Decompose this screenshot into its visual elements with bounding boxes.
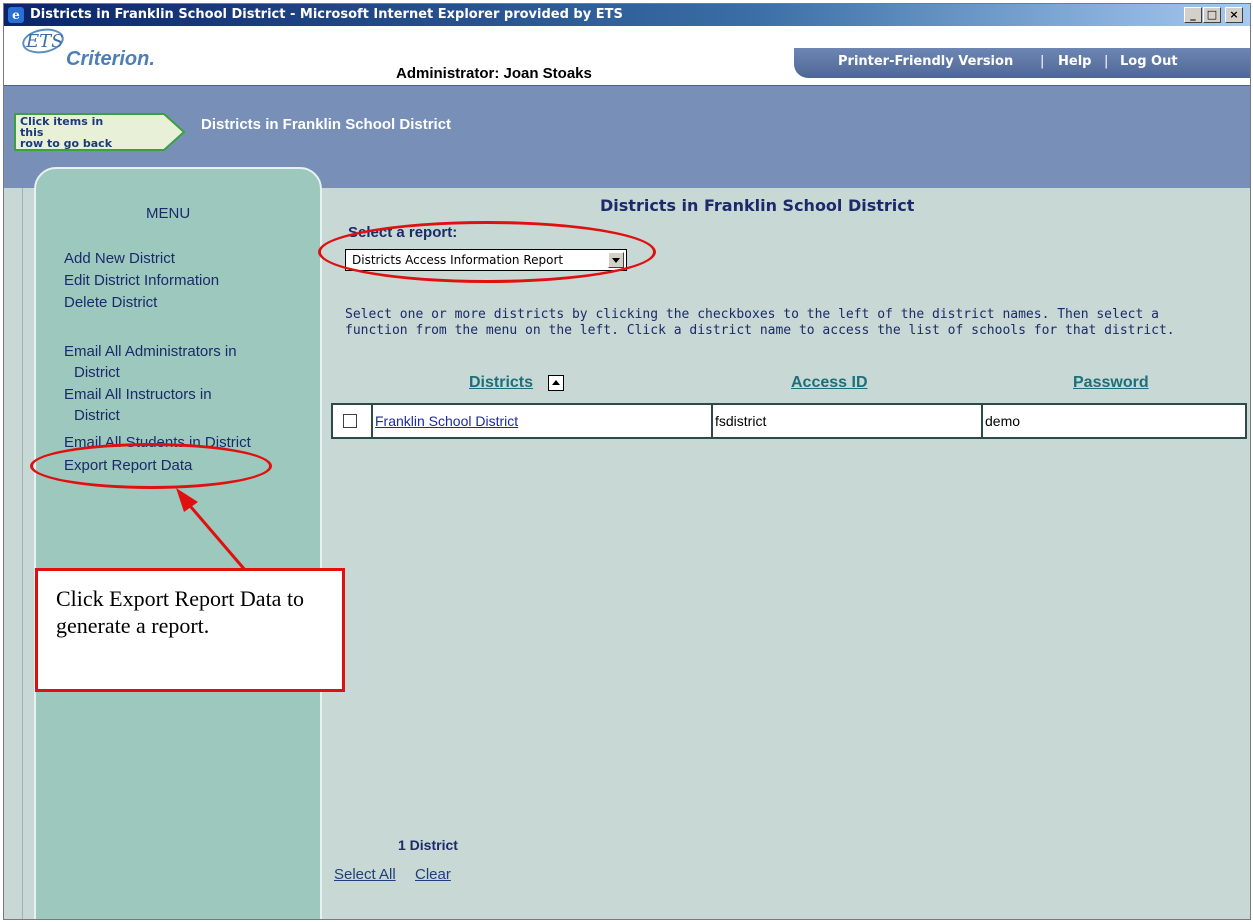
- menu-item-delete-district[interactable]: Delete District: [64, 294, 157, 312]
- administrator-label: Administrator: Joan Stoaks: [396, 65, 592, 82]
- menu-item-email-instructors[interactable]: Email All Instructors in: [64, 386, 212, 404]
- district-name-link[interactable]: Franklin School District: [371, 405, 711, 437]
- criterion-logo-text: Criterion.: [66, 48, 155, 70]
- breadcrumb-back-label: Click items in this row to go back: [20, 116, 130, 149]
- instructions-text: Select one or more districts by clicking…: [345, 307, 1245, 339]
- annotation-ellipse-export: [30, 443, 272, 489]
- ets-logo-text: ETS: [26, 31, 64, 52]
- page-title: Districts in Franklin School District: [600, 196, 915, 215]
- minimize-button[interactable]: _: [1184, 7, 1202, 23]
- printer-friendly-link[interactable]: Printer-Friendly Version: [838, 54, 1013, 69]
- instructions-line-1: Select one or more districts by clicking…: [345, 307, 1159, 322]
- top-links-bar: Printer-Friendly Version | Help | Log Ou…: [794, 48, 1250, 78]
- criterion-logo: ETS Criterion.: [20, 25, 186, 71]
- annotation-callout: Click Export Report Data to generate a r…: [35, 568, 345, 692]
- internet-explorer-icon: e: [8, 7, 24, 23]
- back-label-line-1: Click items in this: [20, 115, 104, 139]
- password-cell: demo: [981, 405, 1245, 437]
- column-header-password[interactable]: Password: [1073, 374, 1149, 392]
- district-checkbox[interactable]: [343, 414, 357, 428]
- select-all-link[interactable]: Select All: [334, 866, 396, 883]
- link-separator: |: [1104, 54, 1109, 69]
- help-link[interactable]: Help: [1058, 54, 1091, 69]
- side-menu: MENU Add New District Edit District Info…: [34, 167, 322, 919]
- menu-item-edit-district[interactable]: Edit District Information: [64, 272, 219, 290]
- column-header-districts[interactable]: Districts: [469, 374, 533, 392]
- menu-item-email-instructors-cont[interactable]: District: [74, 407, 120, 425]
- link-separator: |: [1040, 54, 1045, 69]
- column-header-access-id[interactable]: Access ID: [791, 374, 868, 392]
- sort-ascending-icon[interactable]: [548, 375, 564, 391]
- clear-link[interactable]: Clear: [415, 866, 451, 883]
- app-header: ETS Criterion. Administrator: Joan Stoak…: [4, 25, 1250, 86]
- close-button[interactable]: ×: [1225, 7, 1243, 23]
- district-count: 1 District: [398, 837, 458, 853]
- back-label-line-2: row to go back: [20, 137, 113, 150]
- breadcrumb-current[interactable]: Districts in Franklin School District: [201, 116, 451, 133]
- logout-link[interactable]: Log Out: [1120, 54, 1178, 69]
- callout-text: Click Export Report Data to generate a r…: [56, 586, 305, 638]
- window-title: Districts in Franklin School District - …: [30, 7, 623, 22]
- table-row: Franklin School District fsdistrict demo: [331, 403, 1247, 439]
- access-id-cell: fsdistrict: [711, 405, 981, 437]
- menu-title: MENU: [146, 205, 191, 222]
- title-bar: e Districts in Franklin School District …: [4, 4, 1250, 26]
- breadcrumb-back-button[interactable]: Click items in this row to go back: [14, 112, 186, 152]
- left-frame-strip: [4, 188, 38, 919]
- menu-item-email-administrators-cont[interactable]: District: [74, 364, 120, 382]
- maximize-button[interactable]: □: [1203, 7, 1221, 23]
- menu-item-add-new-district[interactable]: Add New District: [64, 250, 175, 268]
- menu-item-email-administrators[interactable]: Email All Administrators in: [64, 343, 237, 361]
- annotation-ellipse-report: [318, 221, 656, 283]
- instructions-line-2: function from the menu on the left. Clic…: [345, 323, 1175, 338]
